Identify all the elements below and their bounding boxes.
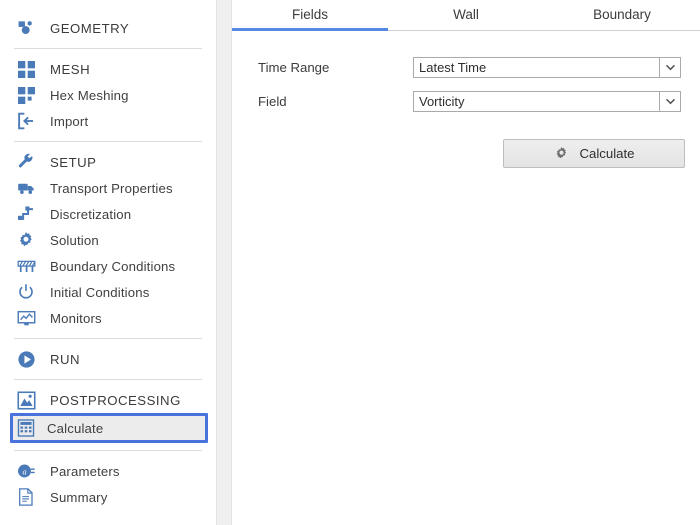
tab-boundary-label: Boundary <box>593 6 651 22</box>
fields-form: Time Range Latest Time Field Vorticity C… <box>232 31 700 168</box>
calculator-icon <box>16 418 36 438</box>
sidebar-item-label: Boundary Conditions <box>50 258 176 274</box>
tab-wall[interactable]: Wall <box>388 0 544 31</box>
svg-text:a: a <box>22 467 26 476</box>
sidebar-item-label: POSTPROCESSING <box>50 392 181 408</box>
tab-wall-label: Wall <box>453 6 479 22</box>
sidebar-navigation: GEOMETRY MESH Hex Meshing Import SETUP Transp… <box>0 0 216 525</box>
sidebar-item-label: Initial Conditions <box>50 284 150 300</box>
panel-splitter[interactable] <box>216 0 232 525</box>
tab-fields-label: Fields <box>291 6 328 22</box>
sidebar-item-label: Discretization <box>50 206 132 222</box>
time-range-value: Latest Time <box>419 60 487 75</box>
sidebar-item-label: Hex Meshing <box>50 87 129 103</box>
sidebar-item-mesh[interactable]: MESH <box>0 56 216 82</box>
chevron-down-icon[interactable] <box>659 58 680 77</box>
parameters-icon: a <box>16 461 36 481</box>
sidebar-item-label: Parameters <box>50 463 120 479</box>
time-range-row: Time Range Latest Time <box>258 57 700 78</box>
application-window: GEOMETRY MESH Hex Meshing Import SETUP Transp… <box>0 0 700 525</box>
sidebar-item-label: Import <box>50 113 89 129</box>
sidebar-item-calculate[interactable]: Calculate <box>10 413 208 443</box>
image-icon <box>16 390 36 410</box>
hex-meshing-icon <box>16 85 36 105</box>
tab-boundary[interactable]: Boundary <box>544 0 700 31</box>
sidebar-item-import[interactable]: Import <box>0 108 216 134</box>
main-panel: Fields Wall Boundary Time Range Latest T… <box>232 0 700 525</box>
sidebar-item-solution[interactable]: Solution <box>0 227 216 253</box>
nav-separator <box>14 338 202 339</box>
sidebar-item-hex-meshing[interactable]: Hex Meshing <box>0 82 216 108</box>
nav-group: MESH Hex Meshing Import <box>0 56 216 134</box>
sidebar-item-label: Monitors <box>50 310 102 326</box>
field-label: Field <box>258 94 287 109</box>
sidebar-item-monitors[interactable]: Monitors <box>0 305 216 331</box>
nav-group: RUN <box>0 346 216 372</box>
sidebar-item-boundary-conditions[interactable]: Boundary Conditions <box>0 253 216 279</box>
sidebar-item-label: GEOMETRY <box>50 20 130 36</box>
sidebar-item-parameters[interactable]: a Parameters <box>0 458 216 484</box>
calculate-button-label: Calculate <box>579 146 635 161</box>
sidebar-item-discretization[interactable]: Discretization <box>0 201 216 227</box>
sidebar-item-summary[interactable]: Summary <box>0 484 216 510</box>
sidebar-item-setup[interactable]: SETUP <box>0 149 216 175</box>
discretization-icon <box>16 204 36 224</box>
power-icon <box>16 282 36 302</box>
nav-separator <box>14 450 202 451</box>
monitor-chart-icon <box>16 308 36 328</box>
sidebar-item-label: Summary <box>50 489 108 505</box>
nav-group: GEOMETRY <box>0 0 216 41</box>
time-range-label: Time Range <box>258 60 330 75</box>
field-select[interactable]: Vorticity <box>413 91 681 112</box>
sidebar-item-label: RUN <box>50 351 81 367</box>
truck-icon <box>16 178 36 198</box>
field-row: Field Vorticity <box>258 91 700 112</box>
mesh-grid-icon <box>16 59 36 79</box>
nav-group: SETUP Transport Properties Discretization S… <box>0 149 216 331</box>
sidebar-item-label: Transport Properties <box>50 180 173 196</box>
wrench-icon <box>16 152 36 172</box>
sidebar-item-geometry[interactable]: GEOMETRY <box>0 15 216 41</box>
nav-separator <box>14 48 202 49</box>
sidebar-item-run[interactable]: RUN <box>0 346 216 372</box>
sidebar-item-label: SETUP <box>50 154 97 170</box>
calculate-button-wrapper: Calculate <box>503 139 700 168</box>
sidebar-item-transport-properties[interactable]: Transport Properties <box>0 175 216 201</box>
sidebar-item-initial-conditions[interactable]: Initial Conditions <box>0 279 216 305</box>
time-range-select[interactable]: Latest Time <box>413 57 681 78</box>
gear-icon <box>554 146 569 161</box>
chevron-down-icon[interactable] <box>659 92 680 111</box>
field-value: Vorticity <box>419 94 465 109</box>
gear-icon <box>16 230 36 250</box>
nav-group: POSTPROCESSING Calculate <box>0 387 216 443</box>
calculate-button[interactable]: Calculate <box>503 139 685 168</box>
sidebar-item-label: Calculate <box>47 420 104 436</box>
tab-bar: Fields Wall Boundary <box>232 0 700 31</box>
nav-separator <box>14 379 202 380</box>
sidebar-item-label: Solution <box>50 232 99 248</box>
sidebar-item-label: MESH <box>50 61 91 77</box>
geometry-icon <box>16 18 36 38</box>
nav-separator <box>14 141 202 142</box>
nav-group: a Parameters Summary <box>0 458 216 510</box>
sidebar-item-postprocessing[interactable]: POSTPROCESSING <box>0 387 216 413</box>
barrier-icon <box>16 256 36 276</box>
tab-fields[interactable]: Fields <box>232 0 388 31</box>
import-icon <box>16 111 36 131</box>
document-icon <box>16 487 36 507</box>
play-circle-icon <box>16 349 36 369</box>
